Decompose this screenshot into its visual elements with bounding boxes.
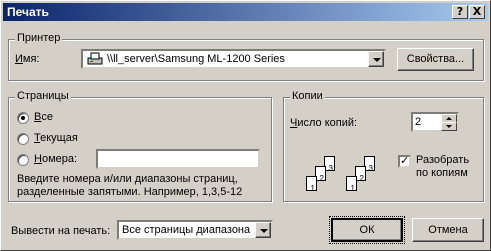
radio-all[interactable] <box>17 112 29 124</box>
printer-select-value: \\ll_server\Samsung ML-1200 Series <box>107 53 285 65</box>
pages-hint: Введите номера и/или диапазоны страниц, … <box>17 173 243 198</box>
collate-checkbox[interactable]: ✓ <box>398 155 411 168</box>
radio-numbers-label: Номера: <box>34 153 78 165</box>
chevron-down-icon[interactable] <box>255 222 271 238</box>
collate-label: Разобрать по копиям <box>416 154 470 179</box>
print-dialog: Печать ? X Принтер Имя: \\ll_server\Sams… <box>0 0 491 251</box>
printer-group-label: Принтер <box>15 32 63 44</box>
chevron-down-icon[interactable] <box>368 51 384 67</box>
print-what-label: Вывести на печать: <box>11 225 111 237</box>
properties-button[interactable]: Свойства... <box>397 48 474 71</box>
radio-numbers[interactable] <box>17 154 29 166</box>
spin-down-icon[interactable] <box>441 122 457 131</box>
radio-current[interactable] <box>17 133 29 145</box>
radio-current-label: Текущая <box>34 132 78 144</box>
copies-count-input[interactable]: 2 <box>411 112 459 132</box>
radio-all-label: Все <box>34 111 53 123</box>
printer-select[interactable]: \\ll_server\Samsung ML-1200 Series <box>81 49 386 69</box>
page-numbers-input[interactable] <box>96 149 260 169</box>
print-what-value: Все страницы диапазона <box>122 224 251 236</box>
printer-name-label: Имя: <box>15 53 40 65</box>
copies-count-label: Число копий: <box>290 117 358 129</box>
pages-group-label: Страницы <box>15 90 71 102</box>
printer-icon <box>87 52 103 66</box>
copies-group-label: Копии <box>290 90 325 102</box>
close-button[interactable]: X <box>469 5 485 19</box>
page-sheet: 1 <box>346 176 357 193</box>
cancel-button[interactable]: Отмена <box>412 218 484 242</box>
help-button[interactable]: ? <box>452 5 468 19</box>
page-sheet: 1 <box>306 176 317 193</box>
ok-button[interactable]: ОК <box>329 216 405 244</box>
copies-count-value: 2 <box>415 116 422 128</box>
window-title: Печать <box>7 5 49 19</box>
title-bar[interactable]: Печать ? X <box>3 3 488 21</box>
print-what-select[interactable]: Все страницы диапазона <box>117 220 273 240</box>
